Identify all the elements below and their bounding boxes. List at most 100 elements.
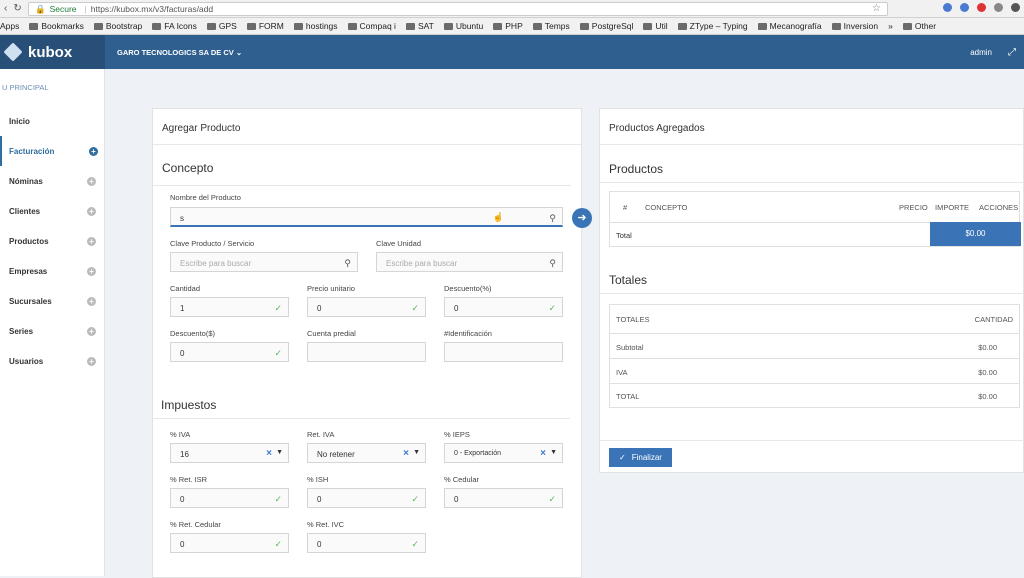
bookmark-item[interactable]: Apps [0, 21, 19, 31]
totals-row: IVA $0.00 [610, 358, 1019, 383]
ret-isr-input[interactable]: 0 ✓ [170, 488, 289, 508]
cantidad-input[interactable]: 1 ✓ [170, 297, 289, 317]
company-selector[interactable]: GARO TECNOLOGICS SA DE CV ⌄ [117, 48, 242, 57]
folder-icon [206, 22, 216, 30]
folder-icon [246, 22, 256, 30]
descuento-pct-input[interactable]: 0 ✓ [444, 297, 563, 317]
bookmark-item[interactable]: Bookmarks [29, 21, 84, 31]
bookmark-item[interactable]: PHP [493, 21, 523, 31]
ish-label: % ISH [307, 475, 329, 484]
address-separator: | [84, 4, 87, 14]
ret-cedular-value: 0 [180, 540, 185, 549]
ret-cedular-input[interactable]: 0 ✓ [170, 533, 289, 553]
cuenta-predial-input[interactable] [307, 342, 426, 362]
bookmark-item[interactable]: hostings [293, 21, 338, 31]
add-product-arrow-button[interactable]: ➜ [572, 208, 592, 228]
extension-icon[interactable] [977, 3, 986, 12]
clave-unidad-label: Clave Unidad [376, 239, 422, 248]
finalizar-button[interactable]: ✓ Finalizar [609, 448, 672, 467]
bookmark-item[interactable]: ZType – Typing [677, 21, 748, 31]
precio-input[interactable]: 0 ✓ [307, 297, 426, 317]
iva-label: % IVA [170, 430, 191, 439]
extensions [943, 3, 1020, 12]
ret-iva-select[interactable]: No retener × ▼ [307, 443, 426, 463]
clear-icon[interactable]: × [403, 448, 409, 459]
address-bar[interactable]: 🔒 Secure | https://kubox.mx/v3/facturas/… [28, 2, 888, 16]
bookmark-item[interactable]: Mecanografía [757, 21, 822, 31]
sidebar-item-nominas[interactable]: Nóminas + [0, 166, 104, 196]
check-icon: ✓ [274, 539, 282, 549]
section-totales: Totales [600, 273, 1024, 294]
sidebar-item-inicio[interactable]: Inicio [0, 106, 104, 136]
search-icon[interactable]: ⚲ [549, 258, 556, 269]
bookmark-item[interactable]: PostgreSql [579, 21, 633, 31]
cedular-label: % Cedular [444, 475, 480, 484]
bookmark-item[interactable]: FORM [246, 21, 284, 31]
bookmark-item[interactable]: SAT [405, 21, 434, 31]
bookmark-item[interactable]: Bootstrap [93, 21, 142, 31]
folder-icon [579, 22, 589, 30]
ish-input[interactable]: 0 ✓ [307, 488, 426, 508]
back-icon[interactable]: ‹ [4, 3, 7, 14]
user-menu[interactable]: admin [970, 48, 992, 57]
bookmark-item[interactable]: Inversion [831, 21, 879, 31]
nombre-producto-input[interactable]: s ☝ ⚲ [170, 207, 563, 227]
bookmark-label: Apps [0, 21, 20, 31]
menu-icon[interactable] [1011, 3, 1020, 12]
sidebar-item-sucursales[interactable]: Sucursales + [0, 286, 104, 316]
clear-icon[interactable]: × [266, 448, 272, 459]
bookmark-star-icon[interactable]: ☆ [872, 3, 881, 14]
extension-icon[interactable] [943, 3, 952, 12]
totals-row-label: TOTAL [616, 392, 640, 401]
sidebar-item-productos[interactable]: Productos + [0, 226, 104, 256]
bookmark-item[interactable]: Temps [532, 21, 570, 31]
bookmark-label: Temps [544, 21, 570, 31]
bookmark-item[interactable]: GPS [206, 21, 237, 31]
folder-icon [347, 22, 357, 30]
ret-iva-label: Ret. IVA [307, 430, 335, 439]
bookmarks-bar: Apps Bookmarks Bootstrap FA Icons GPS FORM hos… [0, 18, 1024, 35]
plus-circle-icon: + [87, 296, 96, 306]
extension-icon[interactable] [994, 3, 1003, 12]
bookmark-label: Inversion [843, 21, 879, 31]
plus-circle-icon: + [87, 326, 96, 336]
ret-isr-label: % Ret. ISR [170, 475, 208, 484]
check-icon: ✓ [619, 453, 626, 462]
bookmark-item[interactable]: Other [902, 21, 936, 31]
sidebar-item-label: Inicio [9, 116, 30, 126]
sidebar-item-series[interactable]: Series + [0, 316, 104, 346]
caret-down-icon: ▼ [276, 449, 283, 456]
reload-icon[interactable]: ↻ [13, 3, 21, 14]
sidebar-item-clientes[interactable]: Clientes + [0, 196, 104, 226]
search-icon[interactable]: ⚲ [344, 258, 351, 269]
bookmark-label: Ubuntu [455, 21, 484, 31]
panel-title: Productos Agregados [600, 109, 1023, 145]
search-icon[interactable]: ⚲ [549, 213, 556, 224]
ieps-select[interactable]: 0 - Exportación × ▼ [444, 443, 563, 463]
sidebar-item-empresas[interactable]: Empresas + [0, 256, 104, 286]
ret-ivc-label: % Ret. IVC [307, 520, 345, 529]
extension-icon[interactable] [960, 3, 969, 12]
bookmark-item[interactable]: Ubuntu [443, 21, 484, 31]
clave-producto-input[interactable]: Escribe para buscar ⚲ [170, 252, 358, 272]
totals-table: TOTALES CANTIDAD Subtotal $0.00 IVA $0.0… [609, 304, 1020, 408]
ieps-value: 0 - Exportación [454, 450, 502, 457]
bookmark-item[interactable]: Util [643, 21, 668, 31]
cantidad-label: Cantidad [170, 284, 201, 293]
bookmark-item[interactable]: » [888, 21, 893, 31]
totals-row-label: Subtotal [616, 343, 644, 352]
sidebar-item-facturacion[interactable]: Facturación + [0, 136, 104, 166]
bookmark-item[interactable]: Compaq i [347, 21, 396, 31]
ret-ivc-input[interactable]: 0 ✓ [307, 533, 426, 553]
logo[interactable]: kubox [0, 35, 105, 69]
identificacion-input[interactable] [444, 342, 563, 362]
fullscreen-icon[interactable]: ⤢ [1008, 47, 1016, 58]
clear-icon[interactable]: × [540, 448, 546, 459]
bookmark-item[interactable]: FA Icons [152, 21, 197, 31]
clave-unidad-input[interactable]: Escribe para buscar ⚲ [376, 252, 563, 272]
sidebar-item-label: Series [9, 326, 34, 336]
sidebar-item-usuarios[interactable]: Usuarios + [0, 346, 104, 376]
iva-select[interactable]: 16 × ▼ [170, 443, 289, 463]
cedular-input[interactable]: 0 ✓ [444, 488, 563, 508]
descuento-amt-input[interactable]: 0 ✓ [170, 342, 289, 362]
